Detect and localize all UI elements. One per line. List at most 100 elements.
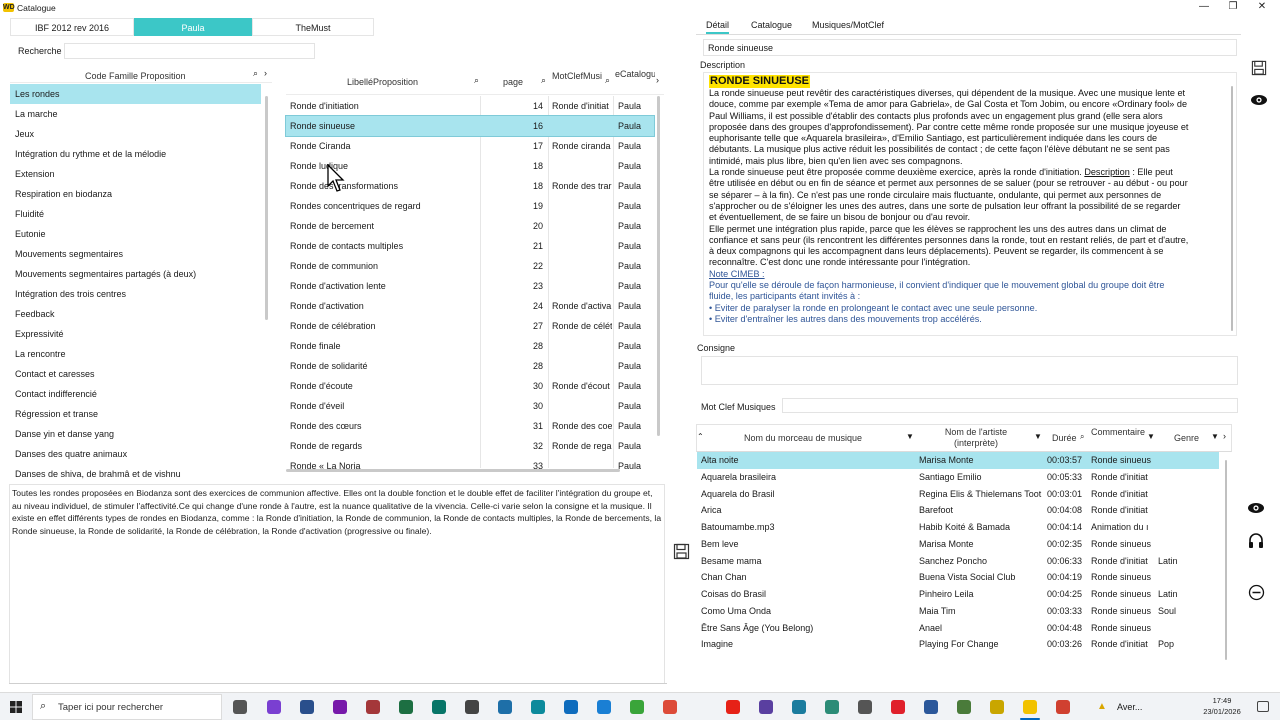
table-row[interactable]: Ronde de bercement 20 Paula: [286, 216, 654, 236]
youtube-icon[interactable]: [726, 700, 740, 714]
eye-icon[interactable]: [1247, 501, 1265, 515]
app-icon[interactable]: [1056, 700, 1070, 714]
music-row[interactable]: Alta noite Marisa Monte 00:03:57 Ronde sinu…: [697, 452, 1219, 469]
media-icon[interactable]: [465, 700, 479, 714]
app-icon[interactable]: [630, 700, 644, 714]
col-libelle[interactable]: LibelléProposition: [347, 77, 418, 87]
notification-icon[interactable]: [1257, 701, 1269, 712]
search-icon[interactable]: ⌕: [474, 75, 479, 86]
table-row[interactable]: Ronde Ciranda 17 Ronde ciranda Paula: [286, 136, 654, 156]
remove-icon[interactable]: [1248, 584, 1265, 601]
publisher-icon[interactable]: [432, 700, 446, 714]
music-row[interactable]: Aquarela brasileira Santiago Emilio 00:05:…: [697, 469, 1219, 486]
app-icon[interactable]: [858, 700, 872, 714]
outlook-icon[interactable]: [564, 700, 578, 714]
filter-icon[interactable]: ▼: [1147, 432, 1155, 441]
warning-icon[interactable]: ▲: [1097, 701, 1107, 712]
table-row[interactable]: Ronde d'écoute 30 Ronde d'écout Paula: [286, 376, 654, 396]
col-commentaire[interactable]: Commentaire: [1091, 427, 1145, 437]
music-row[interactable]: Batoumambe.mp3 Habib Koité & Bamada 00:04:…: [697, 519, 1219, 536]
table-row[interactable]: Ronde de solidarité 28 Paula: [286, 356, 654, 376]
table-row[interactable]: Ronde d'activation lente 23 Paula: [286, 276, 654, 296]
app-icon[interactable]: [990, 700, 1004, 714]
table-row[interactable]: Ronde de contacts multiples 21 Paula: [286, 236, 654, 256]
tab-ibf[interactable]: IBF 2012 rev 2016: [10, 18, 134, 36]
sort-up-icon[interactable]: ⌃: [697, 432, 704, 441]
filter-icon[interactable]: ▼: [906, 432, 914, 441]
search-icon[interactable]: ⌕: [1080, 432, 1084, 442]
family-item[interactable]: Régression et transe: [10, 404, 261, 424]
table-row[interactable]: Ronde d'éveil 30 Paula: [286, 396, 654, 416]
edge-icon[interactable]: [531, 700, 545, 714]
chevron-right-icon[interactable]: ›: [1223, 431, 1226, 441]
family-item[interactable]: La marche: [10, 104, 261, 124]
family-item[interactable]: Eutonie: [10, 224, 261, 244]
maximize-button[interactable]: ❐: [1219, 0, 1247, 14]
col-genre[interactable]: Genre: [1174, 433, 1199, 443]
table-row[interactable]: Ronde sinueuse 16 Paula: [285, 115, 655, 137]
col-motclef[interactable]: MotClefMusi: [552, 71, 610, 81]
family-item[interactable]: Extension: [10, 164, 261, 184]
consigne-field[interactable]: [701, 356, 1238, 385]
chevron-right-icon[interactable]: ›: [656, 75, 659, 85]
search-icon[interactable]: ⌕: [541, 75, 546, 86]
table-row[interactable]: Ronde d'activation 24 Ronde d'activa Paula: [286, 296, 654, 316]
table-row[interactable]: Ronde des cœurs 31 Ronde des coe Paula: [286, 416, 654, 436]
minimize-button[interactable]: —: [1190, 0, 1218, 14]
filter-icon[interactable]: ▼: [1034, 432, 1042, 441]
tab-detail[interactable]: Détail: [706, 20, 730, 34]
windows-start-icon[interactable]: [10, 701, 22, 713]
family-item[interactable]: Danse yin et danse yang: [10, 424, 261, 444]
tab-catalogue[interactable]: Catalogue: [751, 20, 792, 30]
col-artiste[interactable]: Nom de l'artiste (interprète): [930, 427, 1022, 449]
onenote-icon[interactable]: [333, 700, 347, 714]
families-header[interactable]: Code Famille Proposition: [85, 71, 186, 81]
col-page[interactable]: page: [503, 77, 523, 87]
app-icon[interactable]: [792, 700, 806, 714]
family-item[interactable]: Intégration du rythme et de la mélodie: [10, 144, 261, 164]
search-icon[interactable]: ⌕: [605, 75, 610, 86]
family-item[interactable]: Fluidité: [10, 204, 261, 224]
table-row[interactable]: Ronde « La Noria 33 Paula: [286, 456, 654, 476]
family-item[interactable]: Contact indifferencié: [10, 384, 261, 404]
tab-themust[interactable]: TheMust: [252, 18, 374, 36]
access-icon[interactable]: [366, 700, 380, 714]
filter-icon[interactable]: ▼: [1211, 432, 1219, 441]
search-input[interactable]: [64, 43, 315, 59]
family-item[interactable]: Jeux: [10, 124, 261, 144]
family-item[interactable]: Les rondes: [10, 84, 261, 104]
chrome-icon[interactable]: [663, 700, 677, 714]
copilot-icon[interactable]: [267, 700, 281, 714]
close-button[interactable]: ✕: [1248, 0, 1276, 14]
table-row[interactable]: Ronde d'initiation 14 Ronde d'initiat Paula: [286, 96, 654, 116]
col-catalogue[interactable]: eCatalogu: [615, 69, 655, 79]
music-row[interactable]: Être Sans Âge (You Belong) Anael 00:04:48 R…: [697, 620, 1219, 637]
music-row[interactable]: Bem leve Marisa Monte 00:02:35 Ronde sinueu…: [697, 536, 1219, 553]
propositions-hscrollbar[interactable]: [286, 469, 620, 472]
music-row[interactable]: Aquarela do Brasil Regina Elis & Thielema…: [697, 486, 1219, 503]
app-icon[interactable]: [759, 700, 773, 714]
task-view-icon[interactable]: [233, 700, 247, 714]
col-morceau[interactable]: Nom du morceau de musique: [744, 433, 862, 443]
chevron-right-icon[interactable]: ›: [264, 68, 267, 78]
music-row[interactable]: Chan Chan Buena Vista Social Club 00:04:19…: [697, 569, 1219, 586]
edge-icon[interactable]: [597, 700, 611, 714]
tab-paula[interactable]: Paula: [134, 18, 252, 36]
table-row[interactable]: Ronde de célébration 27 Ronde de célét Paul…: [286, 316, 654, 336]
music-row[interactable]: Arica Barefoot 00:04:08 Ronde d'initiat: [697, 502, 1219, 519]
eye-icon[interactable]: [1250, 93, 1268, 107]
motclef-field[interactable]: [782, 398, 1238, 413]
weather-text[interactable]: Aver...: [1117, 702, 1142, 712]
word-icon[interactable]: [924, 700, 938, 714]
col-duree[interactable]: Durée: [1052, 433, 1077, 443]
headphones-icon[interactable]: [1248, 532, 1264, 550]
family-item[interactable]: Expressivité: [10, 324, 261, 344]
family-item[interactable]: Mouvements segmentaires: [10, 244, 261, 264]
app-icon[interactable]: [825, 700, 839, 714]
family-item[interactable]: Intégration des trois centres: [10, 284, 261, 304]
app-icon[interactable]: [300, 700, 314, 714]
family-item[interactable]: Mouvements segmentaires partagés (à deux…: [10, 264, 261, 284]
family-item[interactable]: Danses des quatre animaux: [10, 444, 261, 464]
family-item[interactable]: La rencontre: [10, 344, 261, 364]
music-row[interactable]: Besame mama Sanchez Poncho 00:06:33 Ronde d…: [697, 553, 1219, 570]
